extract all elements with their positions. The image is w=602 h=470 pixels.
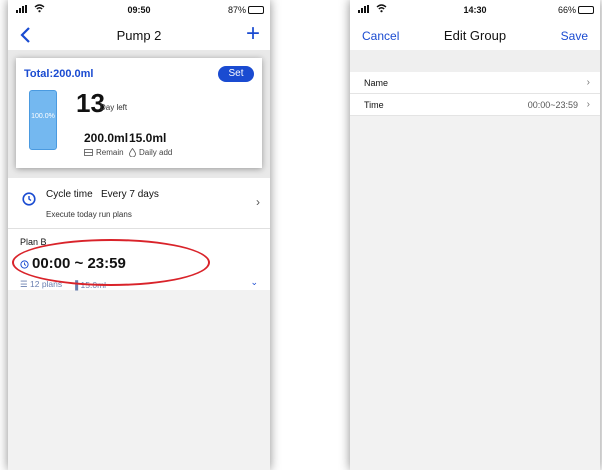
pump-summary-card: Total:200.0ml Set 100.0% 13 Day left 200… [16,58,262,168]
edit-group-screen: 14:30 66% Cancel Edit Group Save Name › … [350,0,600,470]
cycle-time-subtitle: Execute today run plans [46,210,132,219]
save-button[interactable]: Save [561,29,588,43]
chevron-down-icon[interactable]: ⌄ [250,277,258,288]
chevron-right-icon: › [586,77,590,88]
drop-icon [129,148,136,157]
remain-label-group: Remain [84,148,124,157]
total-volume: Total:200.0ml [24,68,94,80]
daily-label-group: Daily add [129,148,172,157]
name-label: Name [364,78,389,88]
status-bar: 09:50 87% [8,0,270,20]
list-icon: ☰ [20,279,28,289]
clock-icon [22,192,36,206]
battery-icon: 66% [558,5,594,15]
cycle-time-label: Cycle time Every 7 days [46,189,159,200]
chevron-right-icon: › [586,99,590,110]
section-gap [350,50,600,62]
section-gap [350,62,600,72]
plus-icon[interactable]: + [246,22,260,46]
cycle-time-row[interactable]: Cycle time Every 7 days Execute today ru… [8,178,270,228]
status-bar: 14:30 66% [350,0,600,20]
pump-summary-area: Total:200.0ml Set 100.0% 13 Day left 200… [8,50,270,178]
time-row[interactable]: Time 00:00~23:59 › [350,94,600,116]
page-title: Pump 2 [116,28,162,43]
tank-level-indicator [29,90,57,150]
battery-percent: 66% [557,5,576,15]
days-left-label: Day left [100,103,128,112]
time-label: Time [364,100,384,110]
tank-percent: 100.0% [31,113,55,120]
annotation-highlight [12,239,210,286]
daily-add-label: Daily add [139,148,173,157]
time-value: 00:00~23:59 [527,100,578,110]
daily-add-value: 15.0ml [129,131,167,145]
set-button[interactable]: Set [218,66,254,82]
plan-item[interactable]: Plan B 00:00 ~ 23:59 ☰ 12 plans ▐ 15.0ml… [8,228,270,290]
name-row[interactable]: Name › [350,72,600,94]
remain-label: Remain [96,148,124,157]
nav-bar: Pump 2 + [8,20,270,50]
nav-bar: Cancel Edit Group Save [350,20,600,50]
pump-screen: 09:50 87% Pump 2 + Total:200.0ml Set 100… [8,0,270,470]
remain-value: 200.0ml [84,131,129,145]
battery-percent: 87% [227,5,246,15]
battery-icon: 87% [228,5,264,15]
chevron-right-icon: › [256,195,260,209]
tank-icon [84,149,93,156]
